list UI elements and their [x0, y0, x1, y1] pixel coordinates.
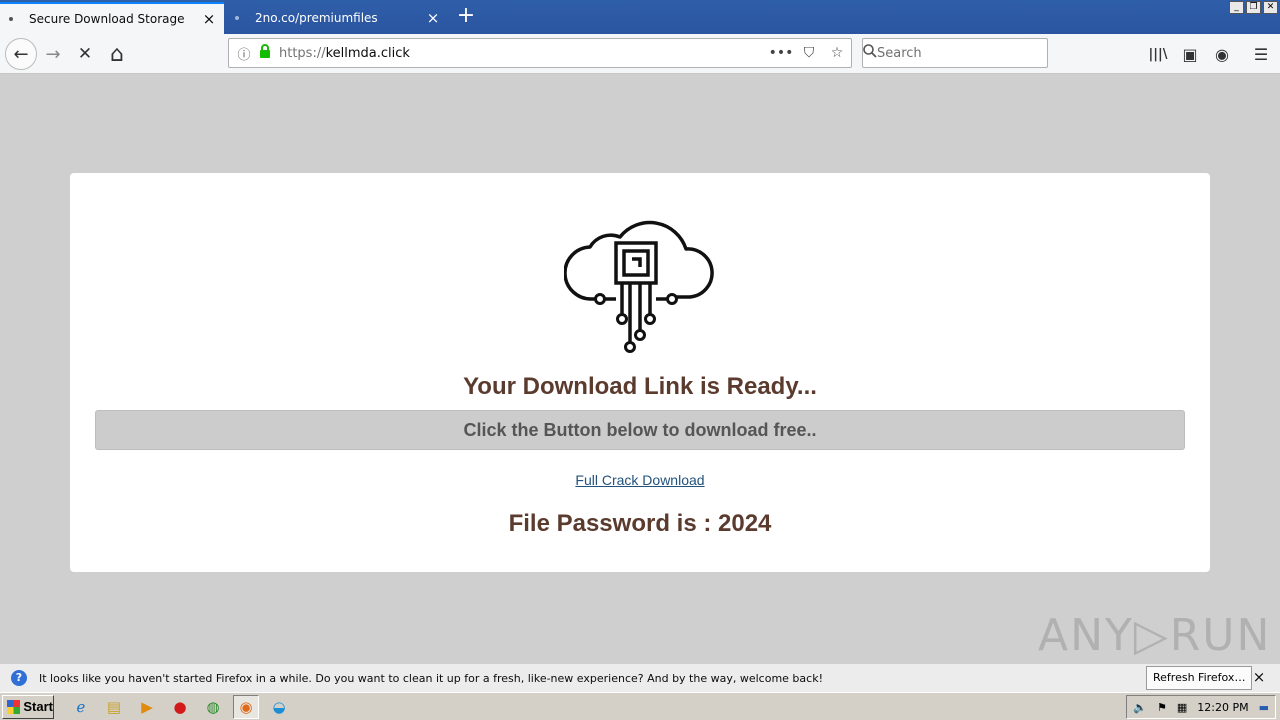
new-tab-icon[interactable]: + — [452, 2, 480, 32]
tab-close-icon[interactable]: × — [194, 10, 224, 28]
network-icon[interactable]: ▦ — [1177, 701, 1187, 714]
edge-icon[interactable]: ◒ — [266, 695, 292, 719]
system-tray: 🔈 ⚑ ▦ 12:20 PM ▬ — [1126, 695, 1276, 719]
notification-close-icon[interactable]: × — [1250, 668, 1268, 686]
tab-title: Secure Download Storage — [29, 12, 185, 26]
download-card: Your Download Link is Ready... Click the… — [70, 173, 1210, 572]
cloud-circuit-icon — [564, 220, 714, 353]
navigation-toolbar: ← → ✕ ⌂ ⓘ https://kellmda.click ••• ⛉ ☆ … — [0, 34, 1280, 74]
tab-secure-download-storage[interactable]: Secure Download Storage × — [0, 2, 224, 34]
firefox-icon[interactable]: ◉ — [233, 694, 259, 719]
opera-icon[interactable]: ● — [167, 695, 193, 719]
chrome-icon[interactable]: ◍ — [200, 695, 226, 719]
download-link-container: Full Crack Download — [70, 472, 1210, 488]
page-actions-icon[interactable]: ••• — [767, 45, 795, 61]
windows-taskbar: Start ℯ ▤ ▶ ● ◍ ◉ ◒ 🔈 ⚑ ▦ 12:20 PM ▬ — [0, 692, 1280, 720]
tab-title: 2no.co/premiumfiles — [255, 11, 378, 25]
internet-explorer-icon[interactable]: ℯ — [68, 695, 94, 719]
pocket-icon[interactable]: ⛉ — [795, 45, 823, 61]
search-icon — [863, 44, 877, 62]
refresh-firefox-button[interactable]: Refresh Firefox… — [1146, 666, 1253, 690]
site-info-icon[interactable]: ⓘ — [229, 44, 259, 63]
forward-icon[interactable]: → — [38, 39, 68, 69]
start-label: Start — [23, 699, 53, 714]
volume-icon[interactable]: 🔈 — [1133, 701, 1147, 714]
close-window-icon[interactable]: ✕ — [1263, 1, 1278, 14]
tab-close-icon[interactable]: × — [418, 9, 448, 27]
show-desktop-icon[interactable]: ▬ — [1259, 701, 1269, 714]
menu-icon[interactable]: ☰ — [1246, 39, 1276, 69]
restore-icon[interactable]: ❐ — [1246, 1, 1261, 14]
flag-icon[interactable]: ⚑ — [1157, 701, 1167, 714]
clock[interactable]: 12:20 PM — [1197, 701, 1248, 714]
stop-icon[interactable]: ✕ — [70, 39, 100, 69]
tab-strip: Secure Download Storage × 2no.co/premium… — [0, 0, 1280, 34]
bookmark-star-icon[interactable]: ☆ — [823, 45, 851, 61]
file-explorer-icon[interactable]: ▤ — [101, 695, 127, 719]
file-password-text: File Password is : 2024 — [508, 510, 772, 537]
question-icon: ? — [11, 670, 27, 686]
url-host: kellmda.click — [325, 45, 410, 61]
search-box[interactable] — [862, 38, 1048, 68]
media-player-icon[interactable]: ▶ — [134, 695, 160, 719]
tab-loading-dot — [235, 16, 239, 20]
sidebar-icon[interactable]: ▣ — [1175, 39, 1205, 69]
lock-icon — [259, 44, 277, 62]
windows-logo-icon — [7, 699, 21, 714]
home-icon[interactable]: ⌂ — [102, 39, 132, 69]
download-ready-heading: Your Download Link is Ready... — [463, 373, 817, 400]
url-bar[interactable]: ⓘ https://kellmda.click ••• ⛉ ☆ — [228, 38, 852, 68]
start-button[interactable]: Start — [2, 694, 54, 719]
tab-loading-dot — [9, 17, 13, 21]
account-icon[interactable]: ◉ — [1207, 39, 1237, 69]
library-icon[interactable]: |||\ — [1143, 39, 1173, 69]
back-icon[interactable]: ← — [5, 38, 37, 70]
url-scheme: https:// — [279, 45, 326, 61]
refresh-notification-bar: ? It looks like you haven't started Fire… — [0, 663, 1280, 692]
anyrun-watermark: ANY▷RUN — [1038, 610, 1272, 661]
window-controls: _ ❐ ✕ — [1229, 1, 1278, 14]
minimize-icon[interactable]: _ — [1229, 1, 1244, 14]
quick-launch: ℯ ▤ ▶ ● ◍ ◉ ◒ — [68, 694, 292, 719]
full-crack-download-link[interactable]: Full Crack Download — [575, 472, 704, 488]
notification-message: It looks like you haven't started Firefo… — [39, 671, 823, 685]
url-text[interactable]: https://kellmda.click — [277, 46, 767, 61]
search-input[interactable] — [877, 45, 1047, 61]
tab-premiumfiles[interactable]: 2no.co/premiumfiles × — [226, 2, 448, 34]
page-viewport: Your Download Link is Ready... Click the… — [0, 75, 1280, 663]
instruction-bar: Click the Button below to download free.… — [95, 410, 1185, 450]
